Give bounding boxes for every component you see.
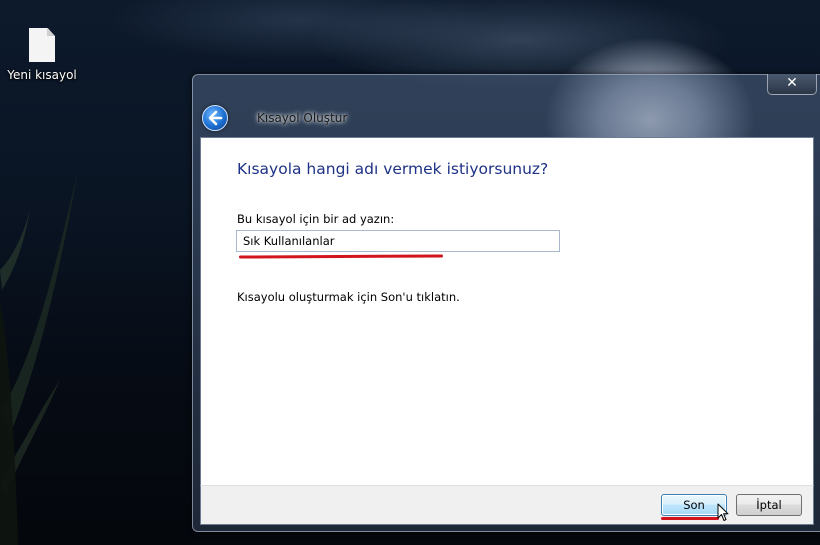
finish-hint-text: Kısayolu oluşturmak için Son'u tıklatın. [237,290,460,304]
close-button[interactable]: ✕ [767,74,817,95]
annotation-underline-input [238,254,444,259]
window-title: Kısayol Oluştur [257,111,348,125]
wizard-content: Kısayola hangi adı vermek istiyorsunuz? … [200,137,814,486]
back-button[interactable] [202,105,228,131]
file-icon [29,28,55,62]
annotation-underline-finish [661,517,719,520]
page-heading: Kısayola hangi adı vermek istiyorsunuz? [237,160,549,178]
name-field-label: Bu kısayol için bir ad yazın: [237,212,395,226]
create-shortcut-window: ✕ Kısayol Oluştur Kısayola hangi adı ver… [192,74,820,532]
mouse-cursor-icon [717,503,729,521]
desktop-shortcut-label: Yeni kısayol [7,68,77,82]
close-icon: ✕ [786,75,798,91]
wizard-footer: Son İptal [200,485,814,525]
shortcut-name-input[interactable] [236,230,560,252]
desktop-shortcut[interactable]: Yeni kısayol [6,26,78,82]
back-arrow-icon [208,110,223,126]
cancel-button[interactable]: İptal [736,494,802,516]
desktop-grass-decoration [0,170,78,545]
